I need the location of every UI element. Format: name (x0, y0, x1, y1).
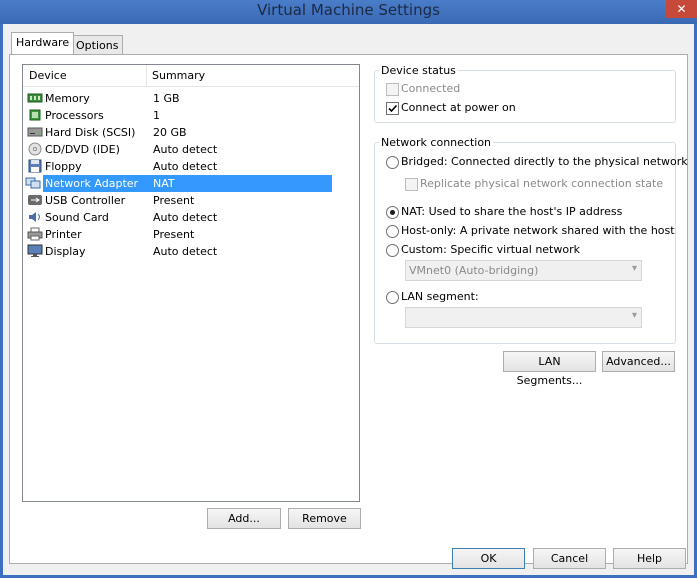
host-only-label: Host-only: A private network shared with… (401, 224, 675, 237)
device-row-cd-dvd[interactable]: CD/DVD (IDE) Auto detect (25, 141, 332, 158)
lan-segment-select[interactable]: ▾ (405, 307, 642, 328)
hardware-panel: Device Summary Memory 1 GB Processors 1 … (9, 54, 688, 564)
device-name: Hard Disk (SCSI) (45, 126, 136, 139)
cancel-button[interactable]: Cancel (533, 548, 606, 569)
device-status-label: Device status (379, 64, 458, 77)
device-name: Display (45, 245, 86, 258)
nat-label: NAT: Used to share the host's IP address (401, 205, 623, 218)
device-name: Floppy (45, 160, 82, 173)
dialog-client-area: Hardware Options Device Summary Memory 1… (3, 24, 694, 575)
title-bar: Virtual Machine Settings ✕ (0, 0, 697, 24)
device-summary: 20 GB (153, 126, 187, 139)
device-summary: Auto detect (153, 211, 218, 224)
add-button[interactable]: Add... (207, 508, 281, 529)
cd-dvd-icon (28, 142, 42, 156)
device-summary: Present (153, 228, 195, 241)
tab-options[interactable]: Options (71, 35, 124, 55)
device-row-memory[interactable]: Memory 1 GB (25, 90, 332, 107)
network-connection-label: Network connection (379, 136, 494, 149)
lan-segment-label: LAN segment: (401, 290, 479, 303)
bridged-label: Bridged: Connected directly to the physi… (401, 155, 688, 168)
connect-at-power-on-checkbox[interactable] (386, 102, 399, 115)
device-summary: Present (153, 194, 195, 207)
device-row-network-adapter[interactable]: Network Adapter NAT (25, 175, 332, 192)
device-summary: Auto detect (153, 143, 218, 156)
device-name: USB Controller (45, 194, 126, 207)
floppy-icon (28, 159, 42, 173)
device-row-hard-disk[interactable]: Hard Disk (SCSI) 20 GB (25, 124, 332, 141)
replicate-label: Replicate physical network connection st… (420, 177, 664, 190)
connected-label: Connected (401, 82, 461, 95)
device-name: CD/DVD (IDE) (45, 143, 120, 156)
device-summary: 1 GB (153, 92, 180, 105)
chevron-down-icon: ▾ (631, 263, 637, 274)
hard-disk-icon (27, 127, 43, 137)
device-list[interactable]: Device Summary Memory 1 GB Processors 1 … (22, 64, 360, 502)
tab-hardware[interactable]: Hardware (11, 32, 75, 54)
processor-icon (29, 109, 41, 121)
radio-selected-dot (390, 210, 395, 215)
connect-at-power-on-label: Connect at power on (401, 101, 516, 114)
column-device[interactable]: Device (29, 69, 67, 82)
chevron-down-icon: ▾ (631, 310, 637, 321)
device-name: Processors (45, 109, 104, 122)
bridged-radio[interactable] (386, 156, 399, 169)
device-summary: NAT (153, 177, 175, 190)
device-status-group (374, 70, 676, 123)
device-row-usb-controller[interactable]: USB Controller Present (25, 192, 332, 209)
device-summary: Auto detect (153, 160, 218, 173)
device-row-display[interactable]: Display Auto detect (25, 243, 332, 260)
window-title: Virtual Machine Settings (257, 1, 440, 19)
usb-icon (28, 195, 42, 205)
custom-network-value: VMnet0 (Auto-bridging) (409, 264, 539, 277)
device-row-printer[interactable]: Printer Present (25, 226, 332, 243)
sound-card-icon (29, 212, 40, 222)
display-icon (27, 244, 43, 257)
memory-icon (27, 93, 43, 103)
custom-label: Custom: Specific virtual network (401, 243, 580, 256)
column-summary[interactable]: Summary (152, 69, 205, 82)
device-name: Network Adapter (45, 177, 139, 190)
advanced-button[interactable]: Advanced... (602, 351, 675, 372)
checkmark-icon (388, 104, 398, 113)
host-only-radio[interactable] (386, 225, 399, 238)
device-name: Memory (45, 92, 90, 105)
remove-button[interactable]: Remove (288, 508, 361, 529)
device-row-processors[interactable]: Processors 1 (25, 107, 332, 124)
connected-checkbox[interactable] (386, 83, 399, 96)
device-name: Sound Card (45, 211, 109, 224)
lan-segments-button[interactable]: LAN Segments... (503, 351, 596, 387)
help-button[interactable]: Help (613, 548, 686, 569)
device-row-floppy[interactable]: Floppy Auto detect (25, 158, 332, 175)
lan-segment-radio[interactable] (386, 291, 399, 304)
network-adapter-icon (25, 177, 41, 189)
nat-radio[interactable] (386, 206, 399, 219)
printer-icon (27, 227, 43, 241)
device-row-sound-card[interactable]: Sound Card Auto detect (25, 209, 332, 226)
device-list-header: Device Summary (23, 65, 359, 87)
replicate-checkbox[interactable] (405, 178, 418, 191)
device-name: Printer (45, 228, 82, 241)
ok-button[interactable]: OK (452, 548, 525, 569)
device-summary: Auto detect (153, 245, 218, 258)
custom-network-select[interactable]: VMnet0 (Auto-bridging) ▾ (405, 260, 642, 281)
close-button[interactable]: ✕ (666, 0, 697, 18)
device-summary: 1 (153, 109, 160, 122)
custom-radio[interactable] (386, 244, 399, 257)
